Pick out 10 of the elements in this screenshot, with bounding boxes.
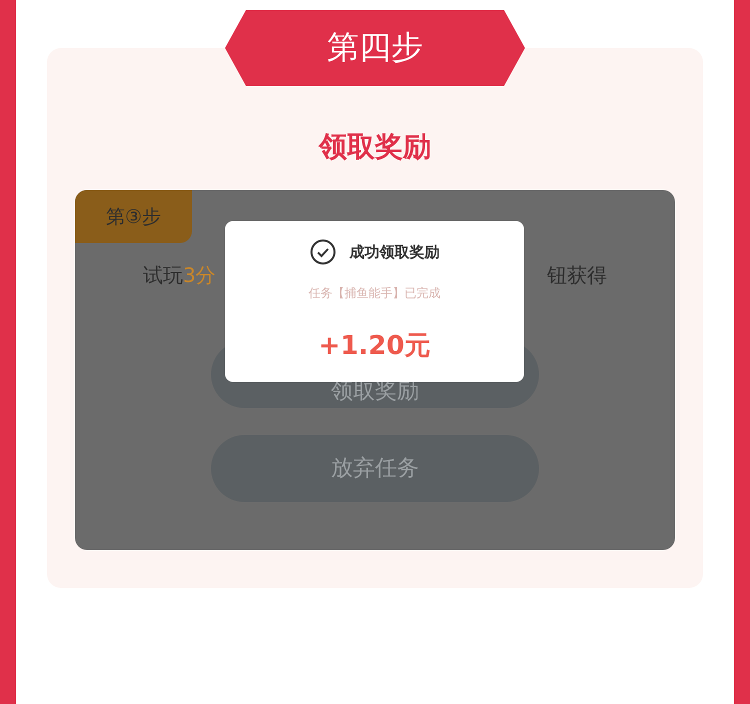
- instruction-text: 试玩3分: [143, 262, 216, 289]
- instruction-text: 钮获得: [547, 262, 607, 289]
- abandon-task-button[interactable]: 放弃任务: [211, 435, 539, 502]
- step-badge: 第③步: [75, 190, 192, 243]
- dialog-title: 成功领取奖励: [350, 242, 440, 262]
- check-circle-icon: [310, 239, 336, 265]
- dialog-message: 任务【捕鱼能手】已完成: [308, 285, 440, 302]
- section-title: 领取奖励: [319, 129, 431, 165]
- reward-amount: +1.20元: [318, 330, 430, 363]
- step-banner: 第四步: [225, 10, 525, 86]
